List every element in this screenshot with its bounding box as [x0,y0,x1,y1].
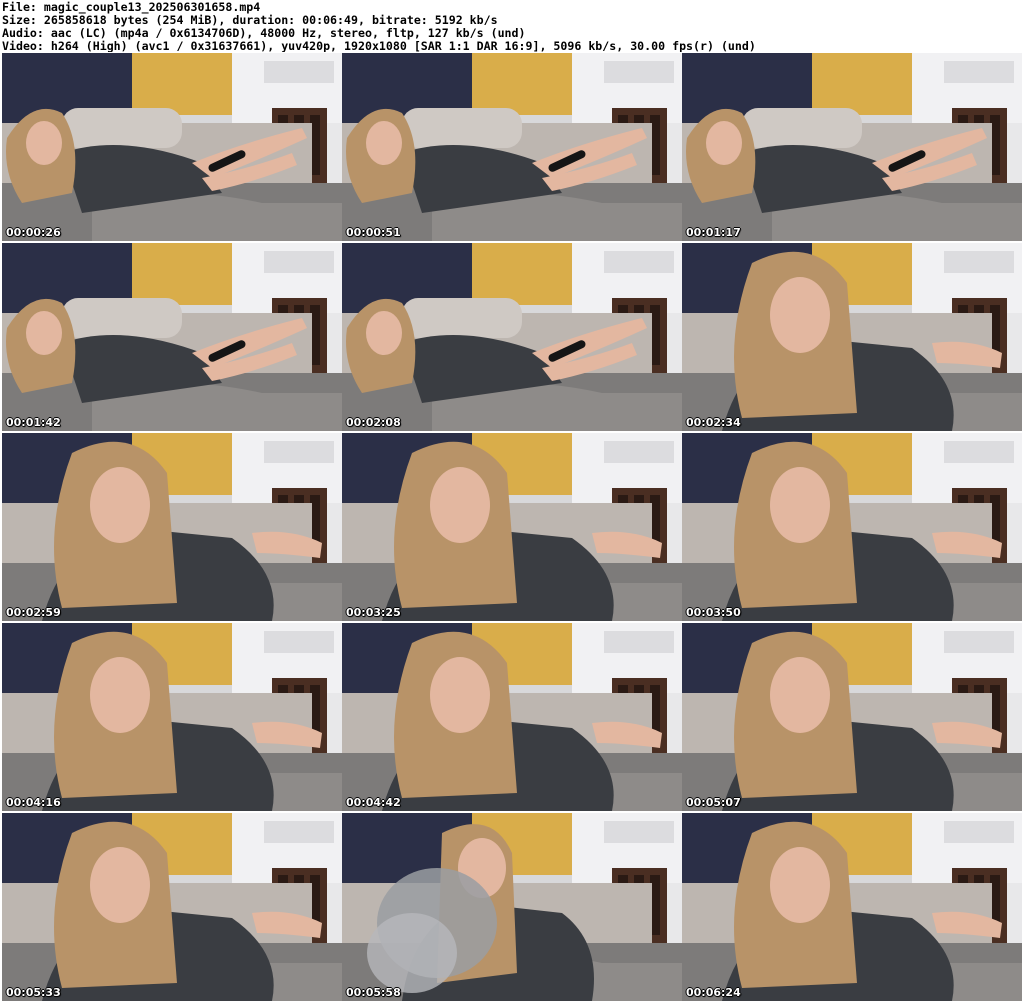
thumbnail-timestamp: 00:01:42 [6,416,61,429]
video-thumbnail: 00:05:58 [342,813,682,1001]
thumbnail-frame-image [342,623,682,811]
thumbnail-timestamp: 00:05:07 [686,796,741,809]
thumbnail-timestamp: 00:00:51 [346,226,401,239]
video-thumbnail: 00:00:26 [2,53,342,241]
thumbnail-timestamp: 00:05:58 [346,986,401,999]
video-thumbnail: 00:02:59 [2,433,342,621]
thumbnail-frame-image [682,623,1022,811]
thumbnail-frame-image [342,433,682,621]
metadata-header: File: magic_couple13_202506301658.mp4 Si… [0,0,1024,53]
thumbnail-timestamp: 00:02:34 [686,416,741,429]
thumbnail-frame-image [682,53,1022,241]
thumbnail-frame-image [2,53,342,241]
thumbnail-frame-image [342,243,682,431]
video-thumbnail: 00:05:07 [682,623,1022,811]
video-thumbnail: 00:00:51 [342,53,682,241]
video-thumbnail: 00:06:24 [682,813,1022,1001]
thumbnail-grid: 00:00:26 00:00:51 00:01:17 00:01:42 00:02:08… [0,52,1024,1003]
thumbnail-timestamp: 00:02:08 [346,416,401,429]
thumbnail-frame-image [682,433,1022,621]
video-thumbnail: 00:01:17 [682,53,1022,241]
thumbnail-frame-image [2,433,342,621]
video-thumbnail: 00:01:42 [2,243,342,431]
thumbnail-timestamp: 00:01:17 [686,226,741,239]
thumbnail-frame-image [2,813,342,1001]
thumbnail-timestamp: 00:04:42 [346,796,401,809]
video-thumbnail: 00:02:34 [682,243,1022,431]
video-thumbnail: 00:02:08 [342,243,682,431]
thumbnail-frame-image [2,623,342,811]
thumbnail-frame-image [342,813,682,1001]
video-thumbnail: 00:03:50 [682,433,1022,621]
thumbnail-frame-image [342,53,682,241]
thumbnail-frame-image [2,243,342,431]
thumbnail-frame-image [682,813,1022,1001]
thumbnail-timestamp: 00:04:16 [6,796,61,809]
thumbnail-timestamp: 00:03:50 [686,606,741,619]
thumbnail-timestamp: 00:05:33 [6,986,61,999]
video-thumbnail: 00:04:16 [2,623,342,811]
video-thumbnail: 00:04:42 [342,623,682,811]
video-thumbnail: 00:05:33 [2,813,342,1001]
thumbnail-timestamp: 00:02:59 [6,606,61,619]
thumbnail-timestamp: 00:06:24 [686,986,741,999]
video-thumbnail: 00:03:25 [342,433,682,621]
thumbnail-timestamp: 00:03:25 [346,606,401,619]
thumbnail-timestamp: 00:00:26 [6,226,61,239]
thumbnail-frame-image [682,243,1022,431]
